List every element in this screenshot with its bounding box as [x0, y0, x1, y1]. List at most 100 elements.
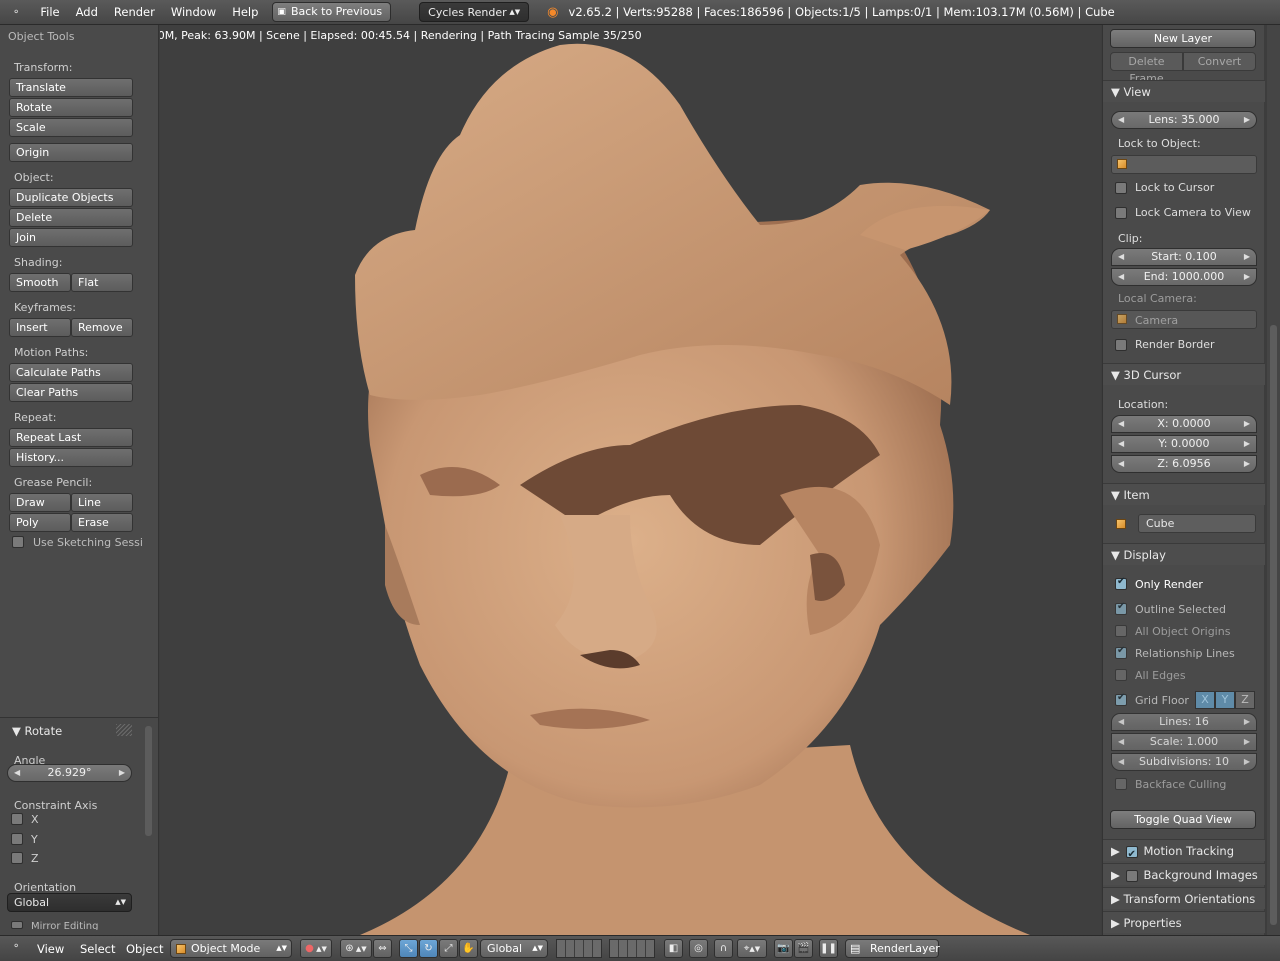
transform-orientations-panel-header[interactable]: ▶ Transform Orientations: [1103, 887, 1265, 909]
render-animation-icon[interactable]: 🎬: [794, 939, 813, 958]
clip-start-field[interactable]: ◀ Start: 0.100 ▶: [1111, 248, 1257, 266]
increment-arrow-icon[interactable]: ▶: [1244, 112, 1250, 128]
rotate-manipulator-icon[interactable]: ↻: [419, 939, 438, 958]
grid-axis-y-toggle[interactable]: Y: [1215, 691, 1235, 709]
decrement-arrow-icon[interactable]: ◀: [1118, 436, 1124, 452]
lens-field[interactable]: ◀ Lens: 35.000 ▶: [1111, 111, 1257, 129]
motion-tracking-panel-header[interactable]: ▶ Motion Tracking: [1103, 839, 1265, 866]
decrement-arrow-icon[interactable]: ◀: [1118, 754, 1124, 770]
lock-camera-checkbox[interactable]: [1115, 207, 1127, 219]
grid-subdivisions-field[interactable]: ◀ Subdivisions: 10 ▶: [1111, 753, 1257, 771]
duplicate-objects-button[interactable]: Duplicate Objects: [9, 188, 133, 207]
menu-view[interactable]: View: [37, 942, 64, 956]
back-to-previous-button[interactable]: ▣ Back to Previous: [272, 2, 392, 22]
erase-button[interactable]: Erase: [71, 513, 133, 532]
pivot-point-select[interactable]: ⊛ ▲▼: [340, 939, 372, 958]
clip-end-field[interactable]: ◀ End: 1000.000 ▶: [1111, 268, 1257, 286]
all-origins-checkbox[interactable]: [1115, 625, 1127, 637]
local-camera-field[interactable]: Camera: [1111, 310, 1257, 329]
increment-arrow-icon[interactable]: ▶: [1244, 269, 1250, 285]
remove-keyframe-button[interactable]: Remove: [71, 318, 133, 337]
render-still-icon[interactable]: 📷: [774, 939, 793, 958]
backface-culling-checkbox[interactable]: [1115, 778, 1127, 790]
view-panel-header[interactable]: ▼ View: [1103, 80, 1265, 102]
translate-button[interactable]: Translate: [9, 78, 133, 97]
render-layer-select[interactable]: ▤ RenderLayer: [845, 939, 940, 958]
manipulator-hand-icon[interactable]: ✋: [459, 939, 478, 958]
sketching-checkbox[interactable]: [12, 536, 24, 548]
background-images-checkbox[interactable]: [1125, 869, 1138, 882]
layer-buttons-1[interactable]: [556, 939, 602, 958]
origin-button[interactable]: Origin: [9, 143, 133, 162]
insert-keyframe-button[interactable]: Insert: [9, 318, 71, 337]
smooth-button[interactable]: Smooth: [9, 273, 71, 292]
editor-type-icon[interactable]: ⚬: [12, 7, 20, 18]
angle-field[interactable]: ◀ 26.929° ▶: [7, 764, 132, 782]
new-layer-button[interactable]: New Layer: [1110, 29, 1256, 48]
increment-arrow-icon[interactable]: ▶: [119, 765, 125, 781]
delete-button[interactable]: Delete: [9, 208, 133, 227]
3d-cursor-panel-header[interactable]: ▼ 3D Cursor: [1103, 363, 1265, 385]
background-images-panel-header[interactable]: ▶ Background Images: [1103, 863, 1265, 885]
scrollbar-thumb[interactable]: [1270, 325, 1277, 925]
scale-button[interactable]: Scale: [9, 118, 133, 137]
menu-object[interactable]: Object: [126, 942, 163, 956]
menu-help[interactable]: Help: [232, 5, 258, 19]
render-border-checkbox[interactable]: [1115, 339, 1127, 351]
increment-arrow-icon[interactable]: ▶: [1244, 456, 1250, 472]
decrement-arrow-icon[interactable]: ◀: [1118, 714, 1124, 730]
constraint-z-checkbox[interactable]: [11, 852, 23, 864]
pause-icon[interactable]: ❚❚: [819, 939, 838, 958]
grid-lines-field[interactable]: ◀ Lines: 16 ▶: [1111, 713, 1257, 731]
increment-arrow-icon[interactable]: ▶: [1244, 754, 1250, 770]
grid-floor-checkbox[interactable]: [1115, 692, 1127, 706]
repeat-last-button[interactable]: Repeat Last: [9, 428, 133, 447]
grid-axis-x-toggle[interactable]: X: [1195, 691, 1215, 709]
increment-arrow-icon[interactable]: ▶: [1244, 714, 1250, 730]
layer-buttons-2[interactable]: [609, 939, 655, 958]
increment-arrow-icon[interactable]: ▶: [1244, 249, 1250, 265]
constraint-x-checkbox[interactable]: [11, 813, 23, 825]
lock-cursor-checkbox[interactable]: [1115, 182, 1127, 194]
operator-scrollbar[interactable]: [145, 726, 152, 836]
properties-panel-header[interactable]: ▶ Properties: [1103, 911, 1265, 933]
viewport-shading-select[interactable]: ● ▲▼: [300, 939, 332, 958]
lock-layers-icon[interactable]: ◧: [664, 939, 683, 958]
increment-arrow-icon[interactable]: ▶: [1244, 436, 1250, 452]
object-mode-select[interactable]: Object Mode ▲▼: [170, 939, 292, 958]
convert-button[interactable]: Convert: [1183, 52, 1256, 71]
render-engine-select[interactable]: Cycles Render ▲▼: [419, 2, 530, 22]
line-button[interactable]: Line: [71, 493, 133, 512]
manipulator-toggle-icon[interactable]: ⇔: [373, 939, 392, 958]
constraint-y-checkbox[interactable]: [11, 833, 23, 845]
delete-frame-button[interactable]: Delete Frame: [1110, 52, 1183, 85]
translate-manipulator-icon[interactable]: ⤡: [399, 939, 418, 958]
rotate-button[interactable]: Rotate: [9, 98, 133, 117]
snap-element-select[interactable]: ⌖▲▼: [737, 939, 767, 958]
grid-axis-z-toggle[interactable]: Z: [1235, 691, 1255, 709]
proportional-edit-icon[interactable]: ◎: [689, 939, 708, 958]
decrement-arrow-icon[interactable]: ◀: [1118, 456, 1124, 472]
editor-type-icon[interactable]: ⚬: [12, 941, 20, 952]
increment-arrow-icon[interactable]: ▶: [1244, 734, 1250, 750]
clear-paths-button[interactable]: Clear Paths: [9, 383, 133, 402]
increment-arrow-icon[interactable]: ▶: [1244, 416, 1250, 432]
mirror-editing-checkbox[interactable]: [11, 921, 23, 929]
scale-manipulator-icon[interactable]: ⤢: [439, 939, 458, 958]
item-panel-header[interactable]: ▼ Item: [1103, 483, 1265, 505]
history-button[interactable]: History...: [9, 448, 133, 467]
grid-scale-field[interactable]: ◀ Scale: 1.000 ▶: [1111, 733, 1257, 751]
decrement-arrow-icon[interactable]: ◀: [1118, 416, 1124, 432]
orientation-select[interactable]: Global ▲▼: [7, 893, 132, 912]
display-panel-header[interactable]: ▼ Display: [1103, 543, 1265, 565]
decrement-arrow-icon[interactable]: ◀: [14, 765, 20, 781]
cursor-y-field[interactable]: ◀ Y: 0.0000 ▶: [1111, 435, 1257, 453]
decrement-arrow-icon[interactable]: ◀: [1118, 269, 1124, 285]
tool-shelf-tab[interactable]: Object Tools: [8, 30, 74, 43]
menu-add[interactable]: Add: [76, 5, 98, 19]
motion-tracking-checkbox[interactable]: [1125, 844, 1138, 866]
panel-grip-icon[interactable]: [116, 724, 132, 736]
poly-button[interactable]: Poly: [9, 513, 71, 532]
operator-panel-title[interactable]: ▼ Rotate: [12, 724, 62, 738]
join-button[interactable]: Join: [9, 228, 133, 247]
